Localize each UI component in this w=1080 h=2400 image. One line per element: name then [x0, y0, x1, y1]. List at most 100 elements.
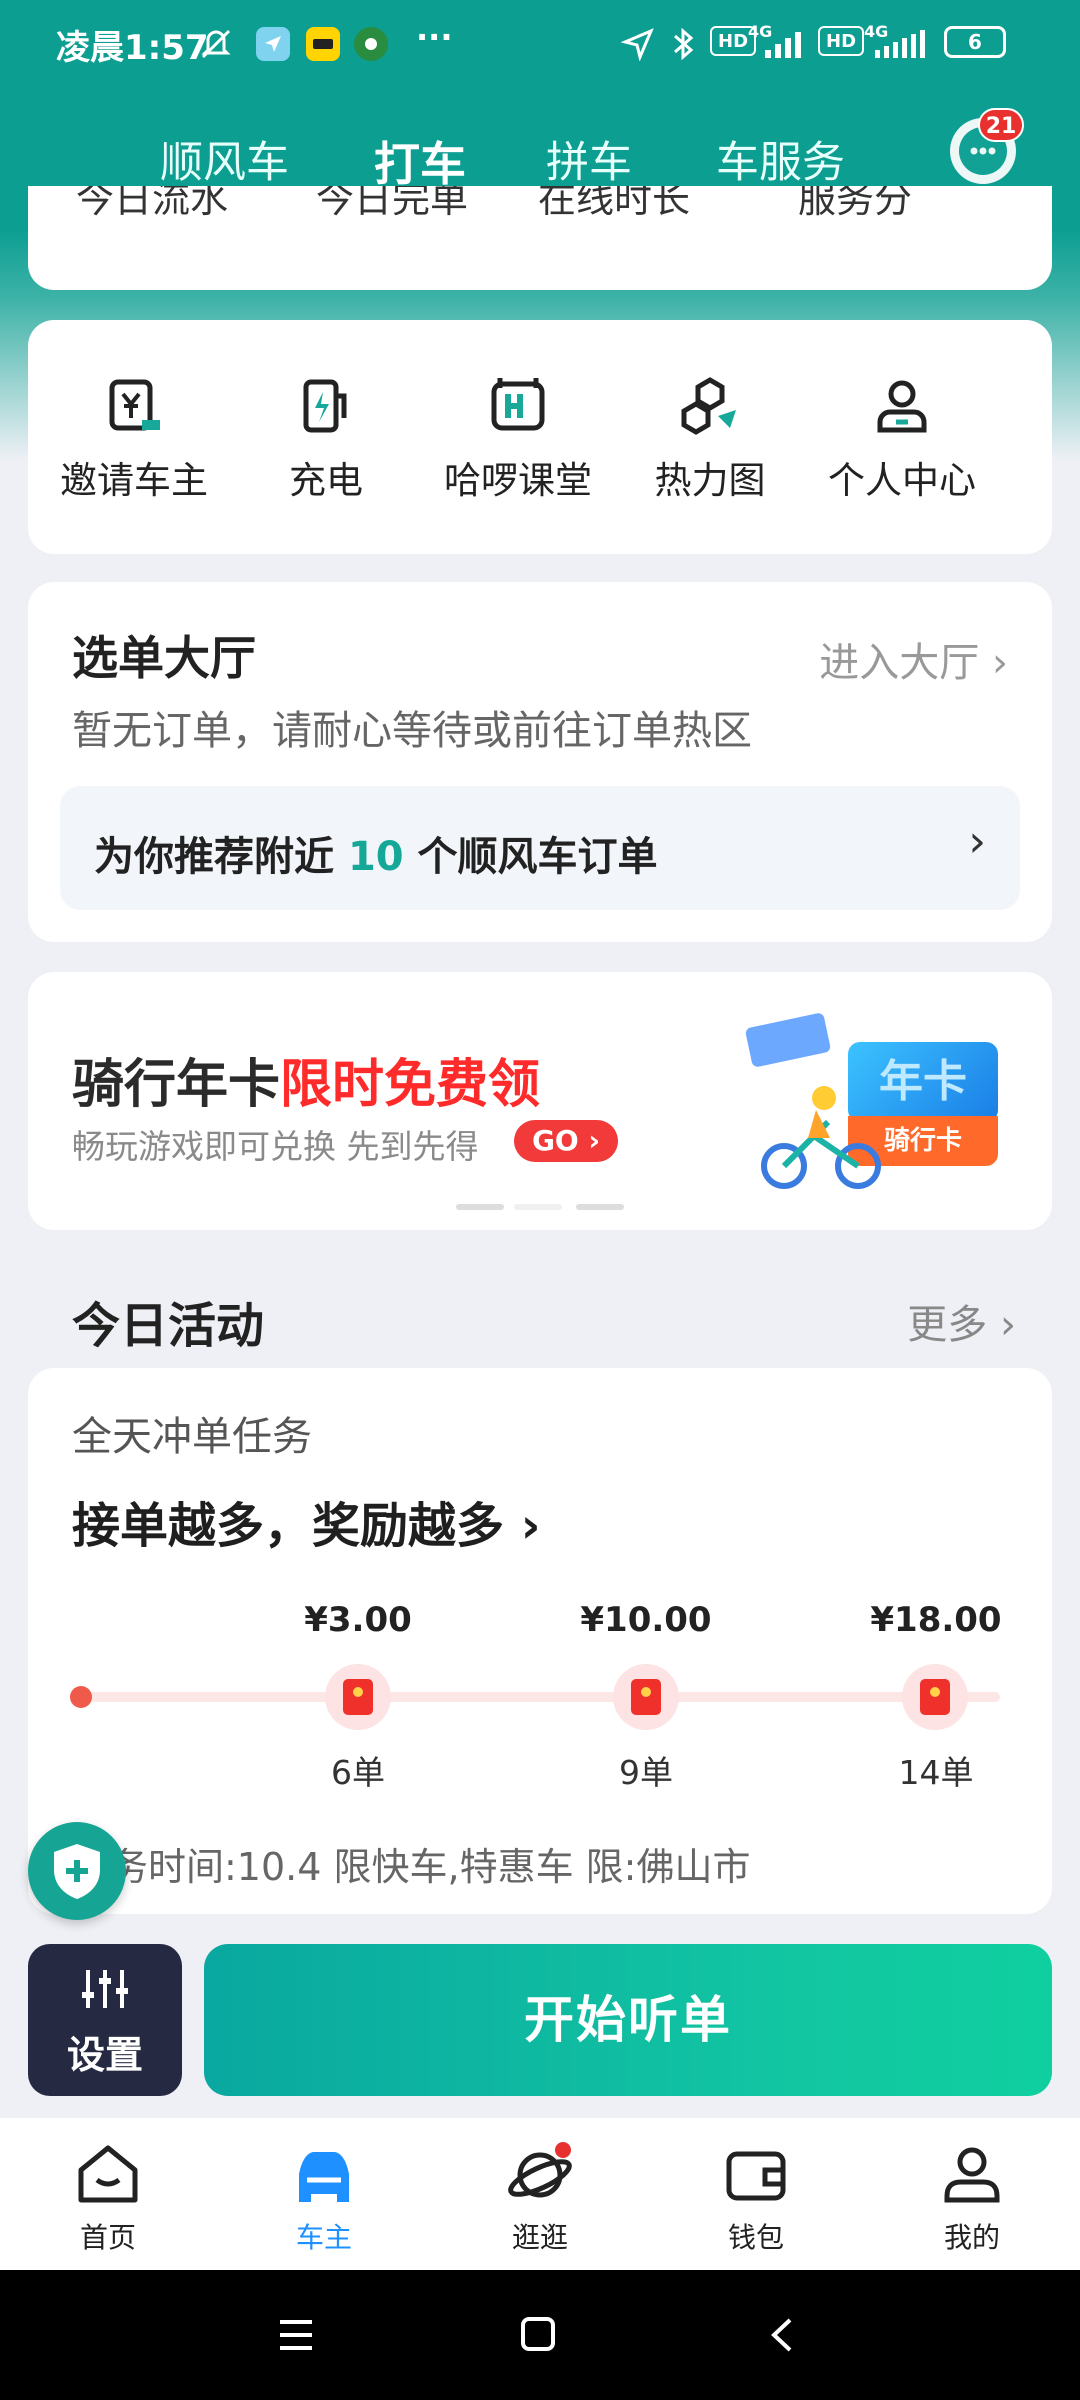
more-notifications-icon: ···: [416, 18, 453, 56]
car-icon: [299, 2152, 349, 2202]
nav-home[interactable]: 首页: [38, 2140, 178, 2256]
task-info: 任务时间:10.4 限快车,特惠车 限:佛山市: [72, 1845, 751, 1889]
banner-indicator: [576, 1204, 624, 1210]
milestone-orders: 9单: [619, 1753, 673, 1792]
classroom-icon: [491, 378, 545, 431]
stat-label-service-score: 服务分: [798, 186, 913, 221]
user-icon: [944, 2147, 1000, 2203]
activities-more-link[interactable]: 更多 ›: [852, 1292, 1052, 1350]
app-notification-icon: [354, 27, 388, 61]
task-slogan-text: 接单越多，奖励越多: [72, 1498, 505, 1554]
task-title: 全天冲单任务: [72, 1414, 312, 1460]
progress-track: [80, 1692, 1000, 1702]
ticket-icon: [745, 1013, 831, 1067]
charge-icon: [303, 379, 347, 433]
quick-invite[interactable]: 邀请车主: [34, 320, 234, 504]
safety-shield-button[interactable]: [28, 1822, 126, 1920]
order-hall-title: 选单大厅: [72, 631, 256, 685]
bottom-navigation: 首页 车主 逛逛 钱包 我的: [0, 2118, 1080, 2270]
nav-car-owner-label: 车主: [295, 2221, 352, 2254]
tab-che-fuwu[interactable]: 车服务: [716, 128, 845, 190]
red-packet-icon: [325, 1664, 391, 1730]
quick-heatmap[interactable]: 热力图: [610, 320, 810, 504]
promo-banner[interactable]: 骑行年卡限时免费领 畅玩游戏即可兑换 先到先得 GO › 年卡 骑行卡: [28, 972, 1052, 1230]
order-hall-subtitle: 暂无订单，请耐心等待或前往订单热区: [72, 708, 752, 754]
status-bar: 凌晨1:57 ··· HD 4G HD 4G 6: [0, 0, 1080, 86]
profile-icon: [877, 380, 927, 433]
mute-icon: [196, 24, 236, 64]
shield-icon: [54, 1844, 100, 1899]
bluetooth-icon: [664, 24, 704, 64]
banner-indicator: [514, 1204, 562, 1210]
enter-hall-link[interactable]: 进入大厅 ›: [819, 630, 1008, 688]
nav-wallet[interactable]: 钱包: [686, 2140, 826, 2256]
banner-indicator: [456, 1204, 504, 1210]
red-packet-icon: [613, 1664, 679, 1730]
enter-hall-label: 进入大厅: [819, 640, 980, 686]
red-packet-icon: [902, 1664, 968, 1730]
milestone-amount: ¥10.00: [580, 1600, 712, 1640]
tab-pinche[interactable]: 拼车: [546, 128, 632, 190]
activities-more-label: 更多: [907, 1302, 988, 1348]
recommend-text: 为你推荐附近 10 个顺风车订单: [94, 824, 658, 882]
quick-classroom-label: 哈啰课堂: [444, 459, 592, 502]
nav-explore-label: 逛逛: [511, 2221, 568, 2254]
quick-profile-label: 个人中心: [828, 459, 976, 502]
order-hall-card: 选单大厅 进入大厅 › 暂无订单，请耐心等待或前往订单热区 为你推荐附近 10 …: [28, 582, 1052, 942]
recommend-orders-row[interactable]: 为你推荐附近 10 个顺风车订单 ›: [60, 786, 1020, 910]
stat-label-online-time: 在线时长: [538, 186, 691, 221]
task-slogan[interactable]: 接单越多，奖励越多 ›: [72, 1486, 541, 1556]
quick-actions-card: 邀请车主 充电 哈啰课堂 热力图 个人中心: [28, 320, 1052, 554]
quick-charge[interactable]: 充电: [226, 320, 426, 504]
settings-label: 设置: [66, 2033, 143, 2077]
recommend-count: 10: [347, 834, 404, 880]
recommend-suffix: 个顺风车订单: [417, 834, 658, 880]
back-icon[interactable]: [768, 2316, 796, 2354]
banner-go-label: GO: [531, 1124, 579, 1157]
nav-wallet-label: 钱包: [727, 2221, 784, 2254]
battery-icon: 6: [944, 26, 1006, 58]
nav-mine-label: 我的: [943, 2221, 1000, 2254]
signal-icon: [762, 24, 810, 64]
planet-icon: [508, 2142, 572, 2198]
settings-button[interactable]: 设置: [28, 1944, 182, 2096]
home-square-icon[interactable]: [520, 2316, 556, 2352]
system-navigation-bar: [0, 2270, 1080, 2400]
nav-explore[interactable]: 逛逛: [470, 2140, 610, 2256]
message-count-badge: 21: [978, 108, 1024, 142]
milestone-orders: 6单: [331, 1753, 385, 1792]
stat-label-completed: 今日完单: [316, 186, 469, 221]
chevron-right-icon: ›: [992, 640, 1008, 686]
start-listening-button[interactable]: 开始听单: [204, 1944, 1052, 2096]
tab-dache[interactable]: 打车: [374, 128, 466, 210]
progress-start-dot: [70, 1686, 92, 1708]
milestone-amount: ¥18.00: [870, 1600, 1002, 1640]
navigation-app-icon: [256, 27, 290, 61]
battery-level: 6: [968, 30, 982, 54]
stat-label-income: 今日流水: [76, 186, 229, 221]
menu-icon[interactable]: [278, 2318, 314, 2352]
home-icon: [78, 2145, 138, 2203]
chevron-right-icon: ›: [588, 1124, 601, 1157]
activities-heading: 今日活动: [72, 1298, 265, 1354]
heatmap-icon: [681, 377, 736, 435]
quick-profile[interactable]: 个人中心: [802, 320, 1002, 504]
banner-subtitle: 畅玩游戏即可兑换 先到先得: [72, 1127, 479, 1166]
quick-invite-label: 邀请车主: [60, 459, 208, 502]
tab-shunfengche[interactable]: 顺风车: [160, 128, 289, 190]
nav-car-owner[interactable]: 车主: [254, 2140, 394, 2256]
banner-title-highlight: 限时免费领: [280, 1055, 541, 1115]
milestone-amount: ¥3.00: [304, 1600, 412, 1640]
stats-card: 今日流水 今日完单 在线时长 服务分: [28, 186, 1052, 290]
nav-mine[interactable]: 我的: [902, 2140, 1042, 2256]
meituan-app-icon: [306, 27, 340, 61]
cycling-card-illustration: 年卡 骑行卡: [738, 1012, 1028, 1202]
invite-icon: [109, 379, 160, 431]
activity-task-card[interactable]: 全天冲单任务 接单越多，奖励越多 › ¥3.00 ¥10.00 ¥18.00 6…: [28, 1368, 1052, 1914]
nav-home-label: 首页: [79, 2221, 136, 2254]
quick-classroom[interactable]: 哈啰课堂: [418, 320, 618, 504]
location-icon: [618, 24, 658, 64]
chevron-right-icon: ›: [968, 816, 986, 867]
banner-go-button[interactable]: GO ›: [514, 1120, 618, 1162]
status-time: 凌晨1:57: [56, 28, 209, 68]
